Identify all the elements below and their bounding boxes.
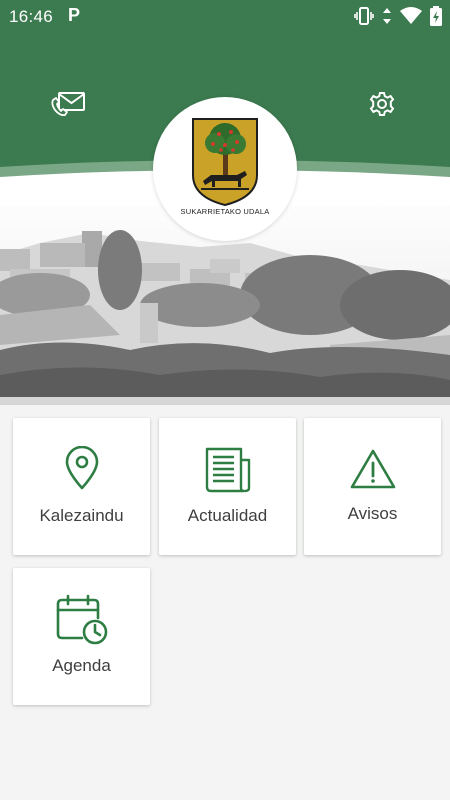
location-pin-icon <box>65 446 98 490</box>
logo-caption: SUKARRIETAKO UDALA <box>180 207 270 216</box>
newspaper-icon <box>205 447 250 493</box>
status-bar: 16:46 P <box>0 0 450 32</box>
menu-label: Actualidad <box>187 506 268 525</box>
menu-label: Kalezaindu <box>39 506 124 525</box>
menu-tile-agenda[interactable]: Agenda <box>13 568 150 705</box>
calendar-clock-icon <box>56 594 107 645</box>
battery-icon <box>430 6 442 26</box>
menu-tile-avisos[interactable]: Avisos <box>304 418 441 555</box>
menu-tile-kalezaindu[interactable]: Kalezaindu <box>13 418 150 555</box>
contact-mail-phone-icon <box>51 92 85 117</box>
menu-label: Avisos <box>347 504 398 523</box>
gear-icon <box>369 92 395 116</box>
data-arrows-icon <box>383 8 391 24</box>
status-time: 16:46 <box>9 7 54 26</box>
coat-of-arms-emblem <box>192 118 258 207</box>
parking-p-icon: P <box>68 5 81 25</box>
municipality-logo: SUKARRIETAKO UDALA <box>153 97 297 241</box>
contact-button[interactable] <box>50 86 86 122</box>
app-header: 16:46 P SUKARRIETAKO UDALA <box>0 0 450 405</box>
warning-triangle-icon <box>350 449 395 489</box>
wifi-icon <box>400 7 422 24</box>
menu-label: Agenda <box>52 656 111 675</box>
settings-button[interactable] <box>364 86 400 122</box>
vibrate-icon <box>354 7 374 25</box>
menu-tile-actualidad[interactable]: Actualidad <box>159 418 296 555</box>
